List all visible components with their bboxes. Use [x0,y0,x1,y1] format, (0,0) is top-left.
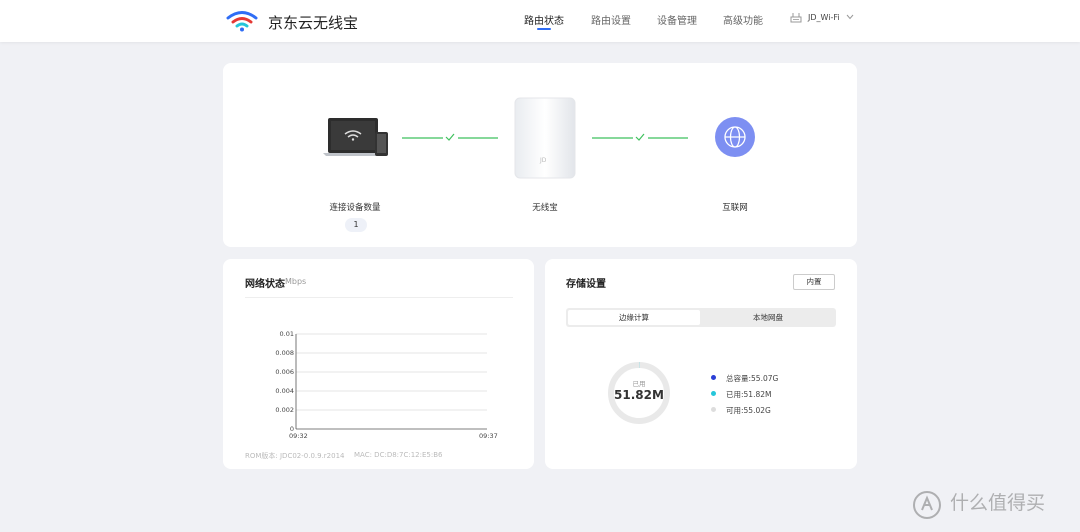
top-bar: 京东云无线宝 路由状态 路由设置 设备管理 高级功能 JD_Wi-Fi [0,0,1080,42]
network-status-title: 网络状态 [245,279,285,290]
wifi-logo-icon [226,11,258,32]
connected-devices-label: 连接设备数量 [329,203,381,213]
router-icon [790,13,802,23]
brand-title: 京东云无线宝 [268,14,359,32]
watermark-text: 什么值得买 [950,492,1046,514]
mac-address: MAC: DC:D8:7C:12:E5:B6 [354,451,443,459]
tab-local-drive[interactable]: 本地网盘 [702,310,834,325]
ring-used-label: 已用 [632,380,646,388]
storage-tabs: 边缘计算 本地网盘 [566,308,836,327]
router-label: 无线宝 [532,203,558,213]
chevron-down-icon[interactable] [846,14,854,20]
y-tick-label: 0.01 [279,330,294,338]
internet-label: 互联网 [722,203,748,213]
router-device-icon: JD [514,97,576,179]
ring-used-value: 51.82M [614,388,664,402]
y-tick-label: 0.004 [275,387,294,395]
nav-router-status[interactable]: 路由状态 [524,12,564,27]
x-tick-label: 09:32 [289,432,308,440]
nav-router-settings[interactable]: 路由设置 [591,12,631,27]
legend-total: 总容量:55.07G [726,374,779,383]
x-tick-label: 09:37 [479,432,498,440]
globe-icon [715,117,755,157]
y-tick-label: 0.002 [275,406,294,414]
builtin-storage-button[interactable]: 内置 [793,274,835,290]
ssid-selector[interactable]: JD_Wi-Fi [808,13,840,22]
y-tick-label: 0.006 [275,368,294,376]
legend-total-dot [711,375,716,380]
tab-edge-computing[interactable]: 边缘计算 [568,310,700,325]
legend-used: 已用:51.82M [726,390,772,399]
legend-used-dot [711,391,716,396]
storage-card [545,259,857,469]
connected-devices-count[interactable]: 1 [345,218,367,232]
nav-active-indicator [537,28,551,30]
storage-title: 存储设置 [566,279,606,290]
y-tick-label: 0.008 [275,349,294,357]
legend-free: 可用:55.02G [726,406,771,415]
legend-free-dot [711,407,716,412]
svg-text:JD: JD [539,157,547,164]
device-link-line [402,133,498,141]
internet-link-line [592,133,688,141]
watermark-logo-icon [913,491,941,519]
nav-advanced[interactable]: 高级功能 [723,12,763,27]
rom-version: ROM版本: JDC02-0.0.9.r2014 [245,452,345,460]
network-divider [245,297,513,298]
nav-device-management[interactable]: 设备管理 [657,12,697,27]
laptop-icon [323,118,388,156]
network-unit: Mbps [285,277,307,286]
